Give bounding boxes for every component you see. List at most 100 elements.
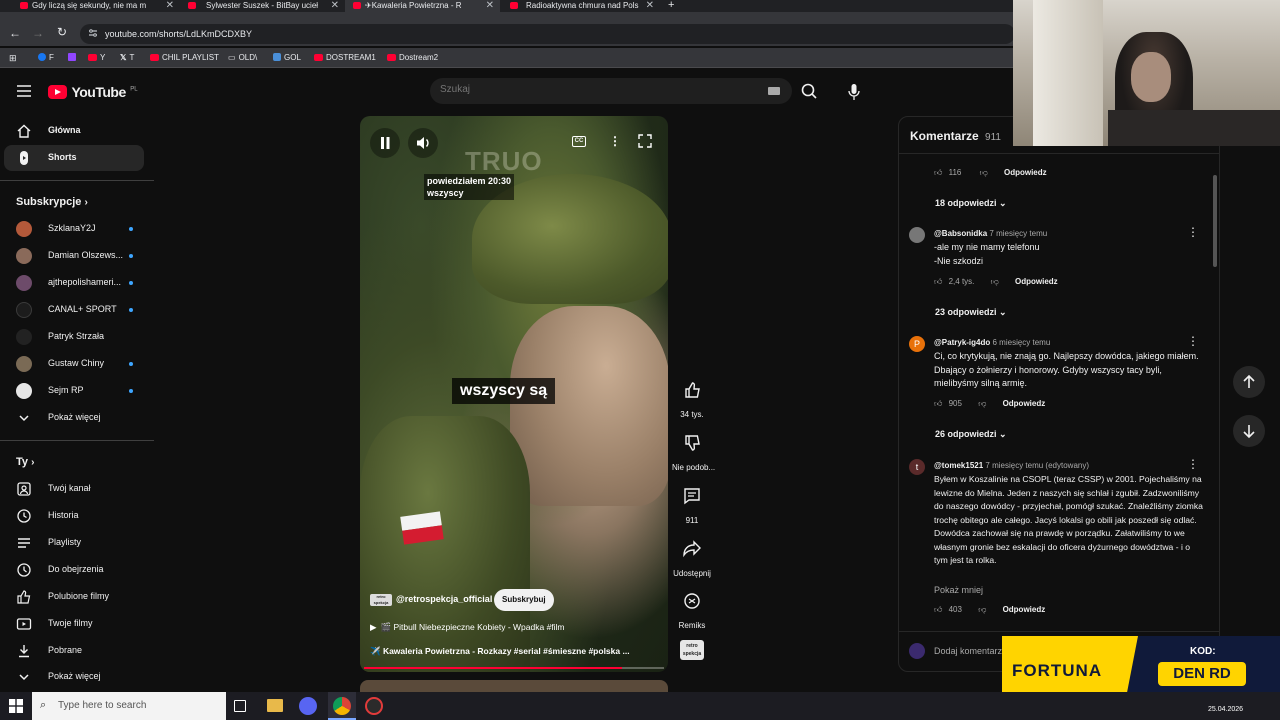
shorts-video-player[interactable]: CC ⋮ TRUO powiedziałem 20:30 wszyscy wsz… — [360, 116, 668, 672]
subscriptions-section-title[interactable]: Subskrypcje › — [16, 196, 88, 208]
fullscreen-icon[interactable] — [638, 134, 652, 148]
browser-tab-active[interactable]: ✈Kawaleria Powietrzna - R ✕ — [345, 0, 500, 12]
video-title[interactable]: ✈️ Kawaleria Powietrzna - Rozkazy #seria… — [370, 646, 660, 657]
thumb-up-icon[interactable]: 👍︎ — [934, 277, 942, 286]
comment-author[interactable]: @tomek1521 — [934, 461, 983, 470]
closed-captions-icon[interactable]: CC — [572, 136, 586, 147]
keyboard-icon[interactable] — [768, 87, 780, 95]
sidebar-item-downloads[interactable]: Pobrane — [4, 638, 144, 664]
task-view-icon[interactable] — [234, 700, 246, 712]
bookmark-dostream2[interactable]: Dostream2 — [387, 53, 438, 62]
bookmark-chil-playlist[interactable]: CHIL PLAYLIST — [150, 53, 219, 62]
sidebar-item-subscription[interactable]: CANAL+ SPORT — [4, 297, 144, 323]
dislike-button[interactable]: Nie podob... — [672, 425, 715, 472]
like-button[interactable]: 34 tys. — [672, 372, 712, 419]
close-tab-icon[interactable]: ✕ — [331, 0, 339, 11]
sidebar-item-subscription[interactable]: ajthepolishameri... — [4, 270, 144, 296]
thumb-up-icon[interactable]: 👍︎ — [934, 168, 942, 177]
reply-button[interactable]: Odpowiedz — [1003, 605, 1046, 614]
thumb-down-icon[interactable]: 👎︎ — [991, 277, 999, 286]
apps-grid-icon[interactable]: ⊞ — [9, 53, 17, 64]
comment-menu-icon[interactable]: ⋮ — [1187, 457, 1199, 471]
sidebar-item-subscription[interactable]: Damian Olszews... — [4, 243, 144, 269]
comment-author[interactable]: @Patryk-ig4do — [934, 338, 990, 347]
more-options-icon[interactable]: ⋮ — [609, 134, 621, 148]
sidebar-item-subscription[interactable]: SzklanaY2J — [4, 216, 144, 242]
sidebar-item-watch-later[interactable]: Do obejrzenia — [4, 557, 144, 583]
channel-avatar[interactable]: retro spekcja — [370, 594, 392, 606]
replies-toggle[interactable]: 23 odpowiedzi ⌄ — [935, 307, 1007, 318]
sidebar-item-shorts[interactable]: Shorts — [4, 145, 144, 171]
thumb-down-icon[interactable]: 👎︎ — [978, 605, 986, 614]
search-button[interactable] — [792, 78, 828, 104]
close-tab-icon[interactable]: ✕ — [166, 0, 174, 11]
commenter-avatar[interactable]: t — [909, 459, 925, 475]
thumb-up-icon[interactable]: 👍︎ — [934, 399, 942, 408]
sidebar-item-subscription[interactable]: Gustaw Chiny — [4, 351, 144, 377]
site-info-icon[interactable] — [88, 28, 98, 38]
sidebar-item-your-channel[interactable]: Twój kanał — [4, 476, 144, 502]
bookmark-folder-old[interactable]: ▭ OLD\ — [228, 53, 257, 62]
address-bar[interactable]: youtube.com/shorts/LdLKmDCDXBY — [80, 24, 1015, 44]
related-playlist-link[interactable]: ▶ 🎬 Pitbull Niebezpieczne Kobiety - Wpadk… — [370, 622, 565, 633]
add-comment-input[interactable]: Dodaj komentarz... — [934, 646, 1010, 656]
reload-icon[interactable]: ↻ — [57, 25, 67, 39]
next-short-preview[interactable] — [360, 680, 668, 692]
browser-tab[interactable]: Radioaktywna chmura nad Pols ✕ — [500, 0, 660, 12]
menu-hamburger-icon[interactable] — [17, 85, 31, 97]
show-more-you[interactable]: Pokaż więcej — [4, 664, 144, 690]
comments-button[interactable]: 911 — [672, 478, 712, 525]
windows-start-icon[interactable] — [9, 699, 23, 713]
comment-menu-icon[interactable]: ⋮ — [1187, 334, 1199, 348]
channel-handle[interactable]: @retrospekcja_official — [396, 594, 492, 604]
bookmark-x[interactable]: 𝕏T — [120, 53, 134, 62]
share-button[interactable]: Udostępnij — [672, 531, 712, 578]
show-less-button[interactable]: Pokaż mniej — [934, 585, 983, 595]
search-input[interactable] — [440, 84, 740, 95]
obs-record-icon[interactable] — [365, 697, 383, 715]
bookmark-twitch-icon[interactable] — [68, 53, 76, 62]
discord-icon[interactable] — [299, 697, 317, 715]
comment-menu-icon[interactable]: ⋮ — [1187, 225, 1199, 239]
pause-button[interactable] — [370, 128, 400, 158]
thumb-down-icon[interactable]: 👎︎ — [978, 399, 986, 408]
commenter-avatar[interactable]: P — [909, 336, 925, 352]
bookmark-youtube[interactable]: Y — [88, 53, 105, 62]
sidebar-item-subscription[interactable]: Sejm RP — [4, 378, 144, 404]
show-more-subscriptions[interactable]: Pokaż więcej — [4, 405, 144, 431]
thumb-down-icon[interactable]: 👎︎ — [980, 168, 988, 177]
reply-button[interactable]: Odpowiedz — [1015, 277, 1058, 286]
commenter-avatar[interactable] — [909, 227, 925, 243]
volume-button[interactable] — [408, 128, 438, 158]
close-tab-icon[interactable]: ✕ — [486, 0, 494, 11]
replies-toggle[interactable]: 18 odpowiedzi ⌄ — [935, 198, 1007, 209]
sidebar-item-home[interactable]: Główna — [4, 118, 144, 144]
taskbar-search[interactable]: ⌕ Type here to search — [32, 692, 226, 720]
browser-tab[interactable]: Gdy liczą się sekundy, nie ma m ✕ — [0, 0, 180, 12]
bookmark-gol[interactable]: GOL — [273, 53, 301, 62]
previous-short-button[interactable] — [1233, 366, 1265, 398]
sidebar-item-subscription[interactable]: Patryk Strzała — [4, 324, 144, 350]
thumb-up-icon[interactable]: 👍︎ — [934, 605, 942, 614]
new-tab-button[interactable]: + — [668, 0, 674, 11]
browser-tab[interactable]: Sylwester Suszek - BitBay ucieł ✕ — [180, 0, 345, 12]
bookmark-facebook[interactable]: F — [38, 53, 54, 62]
close-tab-icon[interactable]: ✕ — [646, 0, 654, 11]
audio-source-thumbnail[interactable]: retro spekcja — [680, 640, 704, 660]
next-short-button[interactable] — [1233, 415, 1265, 447]
sidebar-item-your-videos[interactable]: Twoje filmy — [4, 611, 144, 637]
reply-button[interactable]: Odpowiedz — [1004, 168, 1047, 177]
file-explorer-icon[interactable] — [267, 699, 283, 712]
progress-track[interactable] — [364, 667, 664, 669]
back-icon[interactable]: ← — [9, 26, 21, 40]
forward-icon[interactable]: → — [32, 26, 44, 40]
microphone-icon[interactable] — [848, 84, 860, 100]
you-section-title[interactable]: Ty › — [16, 456, 34, 468]
comment-author[interactable]: @Babsonidka — [934, 229, 987, 238]
replies-toggle[interactable]: 26 odpowiedzi ⌄ — [935, 429, 1007, 440]
comments-scrollbar[interactable] — [1213, 175, 1217, 267]
bookmark-dostream1[interactable]: DOSTREAM1 — [314, 53, 376, 62]
taskbar-chrome-active[interactable] — [328, 692, 356, 720]
sidebar-item-liked-videos[interactable]: Polubione filmy — [4, 584, 144, 610]
remix-button[interactable]: Remiks — [672, 583, 712, 630]
